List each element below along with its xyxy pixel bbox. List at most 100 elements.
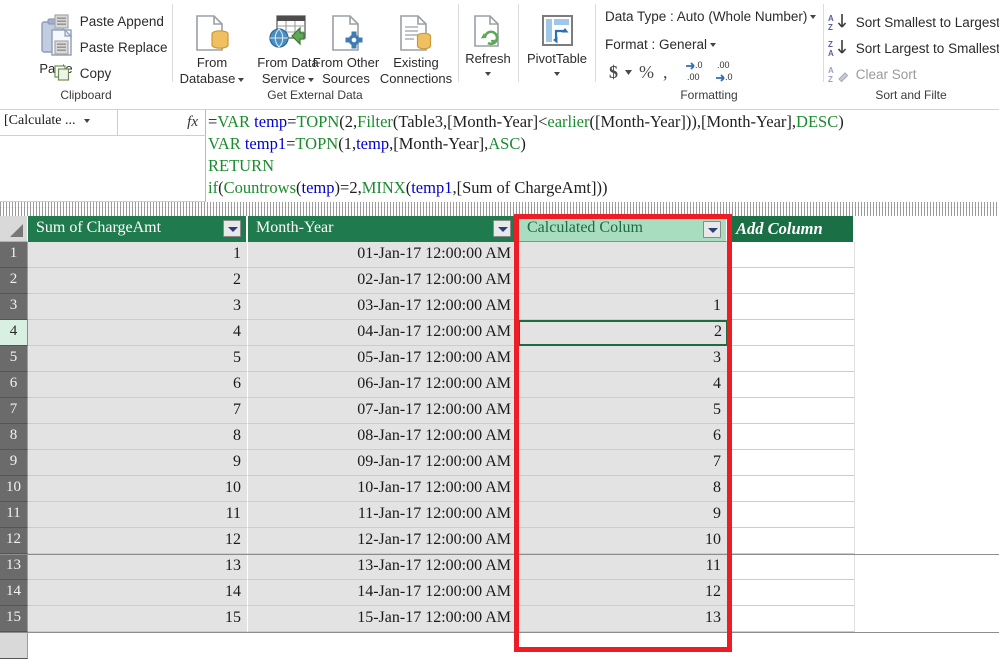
cell-add-column[interactable] [728,424,855,450]
row-header[interactable]: 11 [0,502,28,528]
cell-sum-of-chargeamt[interactable]: 12 [28,528,248,554]
cell-sum-of-chargeamt[interactable]: 13 [28,554,248,580]
column-header-calculated-colum[interactable]: Calculated Colum [518,216,728,242]
format-dropdown[interactable]: Format : General [605,37,717,52]
chevron-down-icon[interactable] [710,43,717,48]
cell-calculated-colum[interactable]: 11 [518,554,728,580]
cell-sum-of-chargeamt[interactable]: 15 [28,606,248,632]
paste-replace-button[interactable]: Paste Replace [54,36,168,55]
cell-sum-of-chargeamt[interactable]: 10 [28,476,248,502]
filter-dropdown-icon[interactable] [493,220,511,237]
cell-calculated-colum[interactable]: 7 [518,450,728,476]
cell-calculated-colum[interactable]: 6 [518,424,728,450]
cell-add-column[interactable] [728,320,855,346]
chevron-down-icon[interactable] [83,118,90,123]
row-header[interactable]: 8 [0,424,28,450]
cell-sum-of-chargeamt[interactable]: 4 [28,320,248,346]
cell-month-year[interactable]: 01-Jan-17 12:00:00 AM [248,242,518,268]
cell-calculated-colum[interactable]: 5 [518,398,728,424]
row-header[interactable]: 10 [0,476,28,502]
cell-add-column[interactable] [728,580,855,606]
percent-icon[interactable]: % [638,60,660,89]
cell-add-column[interactable] [728,294,855,320]
cell-month-year[interactable]: 11-Jan-17 12:00:00 AM [248,502,518,528]
row-header[interactable]: 4 [0,320,28,346]
cell-add-column[interactable] [728,450,855,476]
formula-input[interactable]: =VAR temp=TOPN(2,Filter(Table3,[Month-Ye… [208,111,998,201]
cell-month-year[interactable]: 05-Jan-17 12:00:00 AM [248,346,518,372]
comma-style-icon[interactable]: , [662,60,678,89]
row-header[interactable]: 6 [0,372,28,398]
cell-month-year[interactable]: 07-Jan-17 12:00:00 AM [248,398,518,424]
from-database-button[interactable]: From Database [178,14,246,86]
cell-sum-of-chargeamt[interactable]: 2 [28,268,248,294]
cell-month-year[interactable]: 06-Jan-17 12:00:00 AM [248,372,518,398]
row-header[interactable]: 15 [0,606,28,632]
column-header-month-year[interactable]: Month-Year [248,216,518,242]
from-other-sources-button[interactable]: From Other Sources [310,14,382,86]
name-box[interactable]: [Calculate ... [0,110,118,136]
column-header-add-column[interactable]: Add Column [728,216,855,242]
cell-calculated-colum[interactable]: 2 [518,320,728,346]
cell-calculated-colum[interactable]: 3 [518,346,728,372]
row-header[interactable]: 1 [0,242,28,268]
cell-sum-of-chargeamt[interactable]: 11 [28,502,248,528]
cell-add-column[interactable] [728,502,855,528]
cell-month-year[interactable]: 15-Jan-17 12:00:00 AM [248,606,518,632]
filter-dropdown-icon[interactable] [703,221,721,238]
sort-smallest-to-largest-button[interactable]: A Z Sort Smallest to Largest [828,9,999,32]
clear-sort-button[interactable]: A Z Clear Sort [828,61,917,84]
chevron-down-icon[interactable] [554,72,560,76]
cell-month-year[interactable]: 09-Jan-17 12:00:00 AM [248,450,518,476]
chevron-down-icon[interactable] [485,72,491,76]
cell-add-column[interactable] [728,372,855,398]
copy-button[interactable]: Copy [54,62,111,81]
fx-button[interactable]: fx [118,110,206,136]
cell-add-column[interactable] [728,346,855,372]
cell-add-column[interactable] [728,398,855,424]
cell-calculated-colum[interactable]: 1 [518,294,728,320]
cell-month-year[interactable]: 12-Jan-17 12:00:00 AM [248,528,518,554]
cell-calculated-colum[interactable] [518,242,728,268]
cell-sum-of-chargeamt[interactable]: 7 [28,398,248,424]
cell-month-year[interactable]: 10-Jan-17 12:00:00 AM [248,476,518,502]
existing-connections-button[interactable]: Existing Connections [376,14,456,86]
cell-sum-of-chargeamt[interactable]: 5 [28,346,248,372]
cell-calculated-colum[interactable]: 12 [518,580,728,606]
cell-calculated-colum[interactable] [518,268,728,294]
column-header-sum-of-chargeamt[interactable]: Sum of ChargeAmt [28,216,248,242]
cell-month-year[interactable]: 08-Jan-17 12:00:00 AM [248,424,518,450]
cell-sum-of-chargeamt[interactable]: 8 [28,424,248,450]
cell-sum-of-chargeamt[interactable]: 6 [28,372,248,398]
cell-calculated-colum[interactable]: 10 [518,528,728,554]
cell-add-column[interactable] [728,554,855,580]
row-header[interactable]: 5 [0,346,28,372]
cell-month-year[interactable]: 03-Jan-17 12:00:00 AM [248,294,518,320]
pivottable-button[interactable]: PivotTable [522,14,592,76]
paste-append-button[interactable]: Paste Append [54,10,164,29]
currency-dollar-icon[interactable]: $ [608,60,636,89]
increase-decimal-icon[interactable]: .0 .00 [684,58,712,89]
cell-add-column[interactable] [728,476,855,502]
cell-month-year[interactable]: 13-Jan-17 12:00:00 AM [248,554,518,580]
cell-add-column[interactable] [728,606,855,632]
data-type-dropdown[interactable]: Data Type : Auto (Whole Number) [605,9,817,24]
row-header[interactable]: 3 [0,294,28,320]
cell-add-column[interactable] [728,268,855,294]
decrease-decimal-icon[interactable]: .00 .0 [714,58,742,89]
grid-top-splitter[interactable] [0,208,999,216]
row-header[interactable]: 7 [0,398,28,424]
cell-sum-of-chargeamt[interactable]: 1 [28,242,248,268]
cell-sum-of-chargeamt[interactable]: 3 [28,294,248,320]
filter-dropdown-icon[interactable] [223,220,241,237]
sort-largest-to-smallest-button[interactable]: Z A Sort Largest to Smallest [828,35,999,58]
row-header[interactable]: 13 [0,554,28,580]
row-header[interactable]: 14 [0,580,28,606]
chevron-down-icon[interactable] [810,15,817,20]
cell-month-year[interactable]: 02-Jan-17 12:00:00 AM [248,268,518,294]
cell-calculated-colum[interactable]: 13 [518,606,728,632]
row-header[interactable]: 2 [0,268,28,294]
row-header[interactable]: 12 [0,528,28,554]
cell-month-year[interactable]: 14-Jan-17 12:00:00 AM [248,580,518,606]
cell-calculated-colum[interactable]: 9 [518,502,728,528]
